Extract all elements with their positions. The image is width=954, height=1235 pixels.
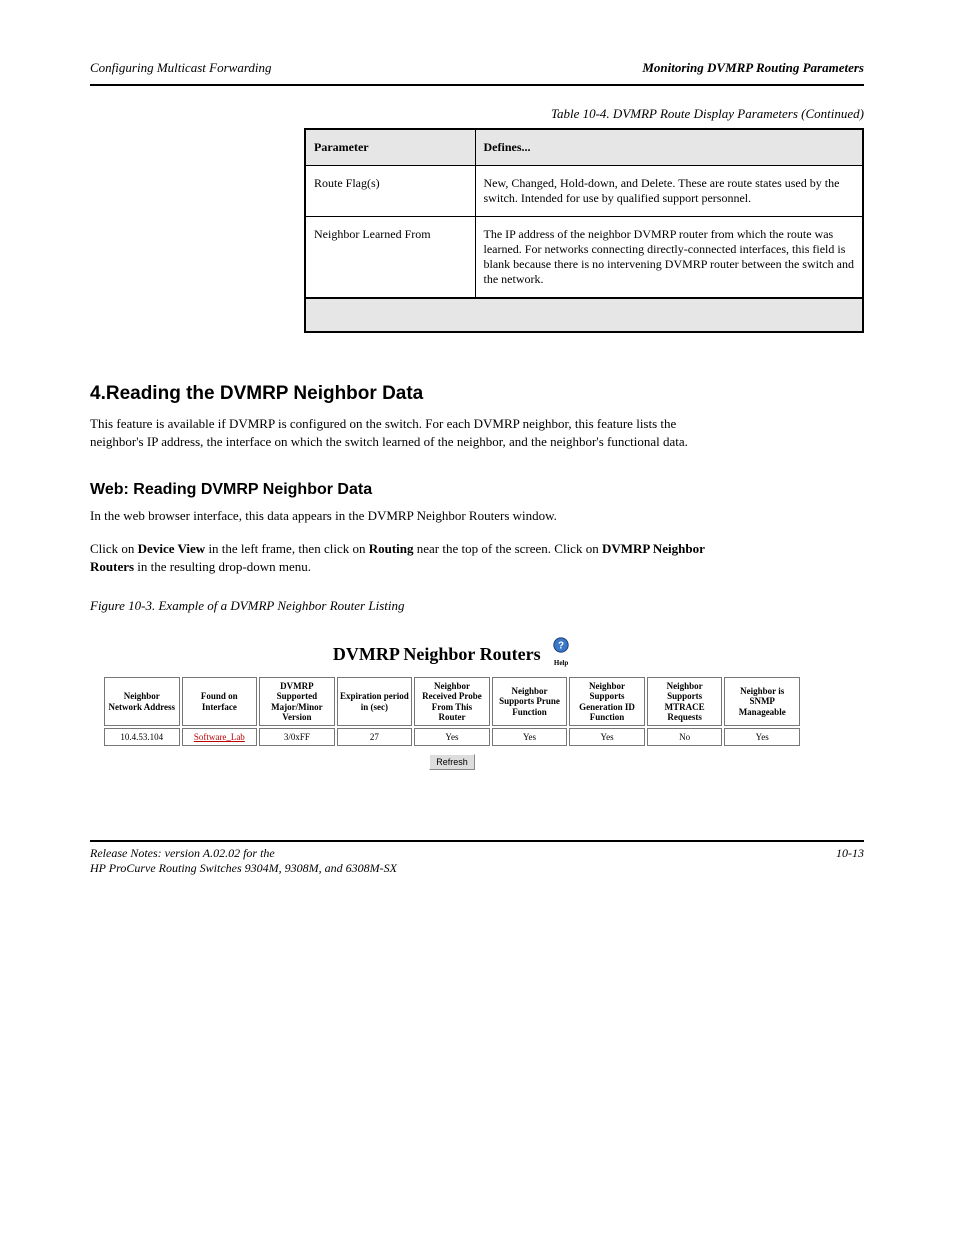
param-def: The IP address of the neighbor DVMRP rou…	[475, 217, 863, 299]
col-prune: Neighbor Supports Prune Function	[492, 677, 568, 726]
screenshot-button-row: Refresh	[102, 748, 802, 770]
page: Configuring Multicast Forwarding Monitor…	[0, 0, 954, 916]
nav-step: Routing	[369, 541, 414, 556]
help-label: Help	[551, 660, 571, 667]
neighbor-table: Neighbor Network Address Found on Interf…	[102, 675, 802, 748]
cell-exp: 27	[337, 728, 413, 746]
cell-snmp: Yes	[724, 728, 800, 746]
param-head-1: Parameter	[305, 129, 475, 166]
table-caption: Table 10-4. DVMRP Route Display Paramete…	[90, 106, 864, 122]
screenshot-title-row: DVMRP Neighbor Routers ? Help	[102, 636, 802, 667]
cell-addr: 10.4.53.104	[104, 728, 180, 746]
col-snmp: Neighbor is SNMP Manageable	[724, 677, 800, 726]
screenshot-title: DVMRP Neighbor Routers	[333, 644, 541, 664]
col-exp: Expiration period in (sec)	[337, 677, 413, 726]
footer-rule	[90, 840, 864, 842]
cell-intf: Software_Lab	[182, 728, 258, 746]
col-intf: Found on Interface	[182, 677, 258, 726]
cell-mtrace: No	[647, 728, 723, 746]
web-paragraph: In the web browser interface, this data …	[90, 507, 730, 525]
col-addr: Neighbor Network Address	[104, 677, 180, 726]
col-ver: DVMRP Supported Major/Minor Version	[259, 677, 335, 726]
param-head-2: Defines...	[475, 129, 863, 166]
nav-text: in the left frame, then click on	[205, 541, 369, 556]
param-name: Route Flag(s)	[305, 166, 475, 217]
cell-ver: 3/0xFF	[259, 728, 335, 746]
table-row: Neighbor Learned From The IP address of …	[305, 217, 863, 299]
cell-probe: Yes	[414, 728, 490, 746]
footer-left: Release Notes: version A.02.02 for the H…	[90, 846, 397, 876]
subsection-heading: Web: Reading DVMRP Neighbor Data	[90, 481, 864, 499]
nav-step: Device View	[138, 541, 206, 556]
nav-instructions: Click on Device View in the left frame, …	[90, 540, 730, 576]
refresh-button[interactable]: Refresh	[429, 754, 475, 770]
table-row: 10.4.53.104 Software_Lab 3/0xFF 27 Yes Y…	[104, 728, 800, 746]
nav-text: Click on	[90, 541, 138, 556]
help-button[interactable]: ? Help	[551, 636, 571, 667]
col-probe: Neighbor Received Probe From This Router	[414, 677, 490, 726]
running-header: Configuring Multicast Forwarding Monitor…	[90, 60, 864, 76]
nav-text: in the resulting drop-down menu.	[134, 559, 311, 574]
table-row: Route Flag(s) New, Changed, Hold-down, a…	[305, 166, 863, 217]
help-icon: ?	[551, 636, 571, 660]
screenshot-dvmrp-neighbors: DVMRP Neighbor Routers ? Help Neighbor N…	[92, 622, 812, 780]
header-rule	[90, 84, 864, 86]
nav-text: near the top of the screen. Click on	[414, 541, 602, 556]
section-paragraph: This feature is available if DVMRP is co…	[90, 415, 730, 451]
col-mtrace: Neighbor Supports MTRACE Requests	[647, 677, 723, 726]
svg-text:?: ?	[558, 641, 564, 652]
param-name: Neighbor Learned From	[305, 217, 475, 299]
section-heading: 4.Reading the DVMRP Neighbor Data	[90, 383, 864, 405]
page-footer: Release Notes: version A.02.02 for the H…	[90, 846, 864, 876]
header-left: Configuring Multicast Forwarding	[90, 60, 272, 76]
param-def: New, Changed, Hold-down, and Delete. The…	[475, 166, 863, 217]
col-genid: Neighbor Supports Generation ID Function	[569, 677, 645, 726]
header-right: Monitoring DVMRP Routing Parameters	[642, 60, 864, 76]
cell-genid: Yes	[569, 728, 645, 746]
footer-page-number: 10-13	[836, 846, 864, 876]
table-footer-pad	[305, 298, 863, 332]
param-table: Parameter Defines... Route Flag(s) New, …	[304, 128, 864, 333]
cell-prune: Yes	[492, 728, 568, 746]
figure-caption: Figure 10-3. Example of a DVMRP Neighbor…	[90, 598, 864, 614]
interface-link[interactable]: Software_Lab	[194, 732, 245, 742]
